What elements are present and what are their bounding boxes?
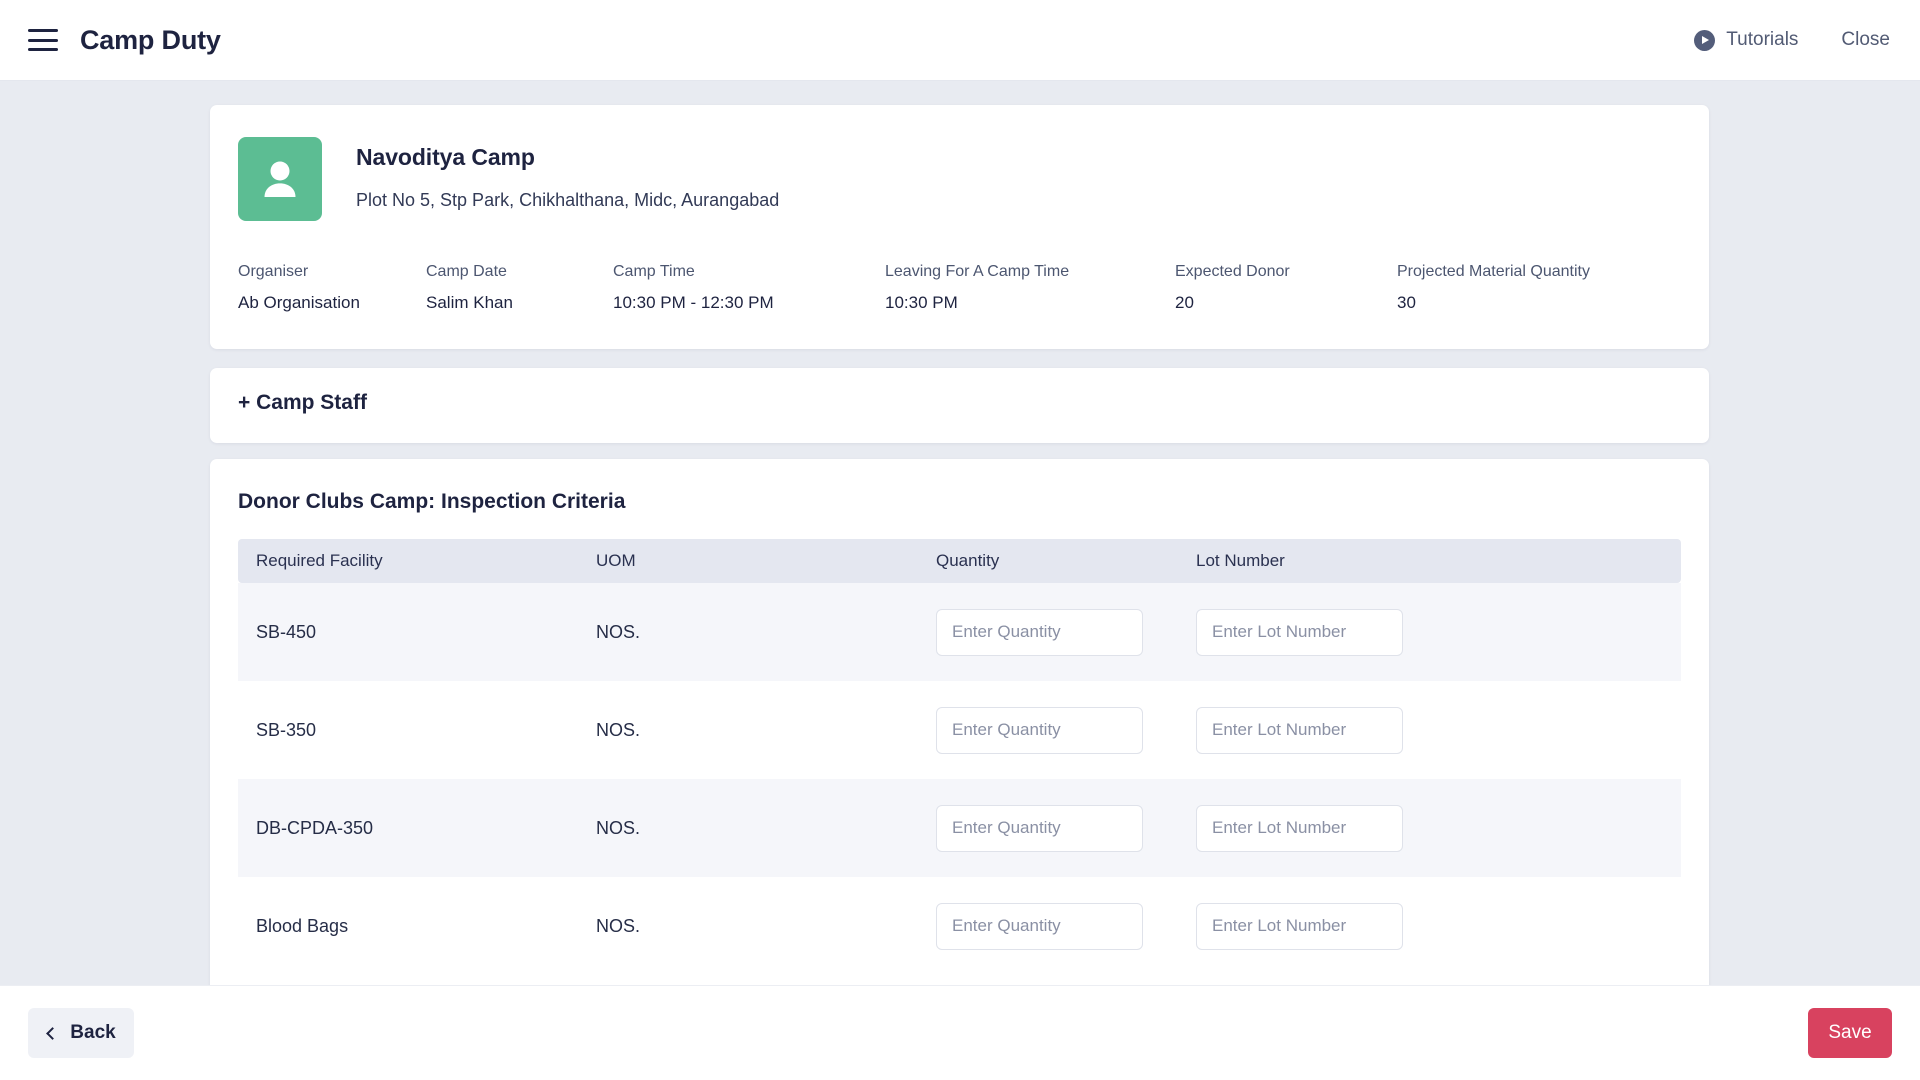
quantity-input[interactable]: [936, 804, 1143, 852]
back-button-label: Back: [70, 1022, 116, 1043]
column-header-uom: UOM: [578, 539, 918, 583]
meta-item-expected-donor: Expected Donor 20: [1175, 263, 1397, 313]
cell-uom: NOS.: [578, 877, 918, 975]
table-row: SB-450 NOS.: [238, 583, 1681, 681]
meta-value: Salim Khan: [426, 293, 513, 312]
camp-name: Navoditya Camp: [356, 144, 535, 170]
quantity-input[interactable]: [936, 902, 1143, 950]
camp-info-card: Navoditya Camp Plot No 5, Stp Park, Chik…: [210, 105, 1709, 349]
meta-label: Organiser: [238, 263, 309, 280]
cell-required-facility: DB-CPDA-350: [238, 779, 578, 877]
cell-uom: NOS.: [578, 583, 918, 681]
cell-quantity: [918, 583, 1178, 681]
hamburger-menu-icon[interactable]: [28, 29, 58, 51]
meta-item-organiser: Organiser Ab Organisation: [238, 263, 426, 313]
meta-item-camp-time: Camp Time 10:30 PM - 12:30 PM: [613, 263, 885, 313]
camp-titles: Navoditya Camp Plot No 5, Stp Park, Chik…: [356, 137, 779, 211]
hamburger-bar: [28, 48, 58, 51]
meta-label: Projected Material Quantity: [1397, 263, 1590, 280]
app-header: Camp Duty Tutorials Close: [0, 0, 1920, 81]
save-button[interactable]: Save: [1808, 1008, 1892, 1058]
cell-lot-number: [1178, 583, 1681, 681]
header-actions: Tutorials Close: [1694, 29, 1890, 51]
camp-staff-card[interactable]: + Camp Staff: [210, 368, 1709, 443]
close-button[interactable]: Close: [1841, 29, 1890, 51]
page-content: Navoditya Camp Plot No 5, Stp Park, Chik…: [0, 81, 1920, 985]
hamburger-bar: [28, 29, 58, 32]
camp-address: Plot No 5, Stp Park, Chikhalthana, Midc,…: [356, 190, 780, 210]
cell-required-facility: SB-350: [238, 681, 578, 779]
meta-label: Camp Date: [426, 263, 507, 280]
meta-value: 20: [1175, 293, 1194, 312]
add-camp-staff-button[interactable]: + Camp Staff: [210, 368, 1709, 415]
hamburger-bar: [28, 38, 58, 42]
meta-item-camp-date: Camp Date Salim Khan: [426, 263, 613, 313]
person-avatar-icon: [238, 137, 322, 221]
lot-number-input[interactable]: [1196, 902, 1403, 950]
table-row: DB-CPDA-350 NOS.: [238, 779, 1681, 877]
play-circle-icon: [1694, 29, 1716, 51]
footer-bar: Back Save: [0, 985, 1920, 1080]
quantity-input[interactable]: [936, 608, 1143, 656]
cell-uom: NOS.: [578, 779, 918, 877]
cell-quantity: [918, 681, 1178, 779]
meta-value: 10:30 PM: [885, 293, 958, 312]
meta-label: Camp Time: [613, 263, 695, 280]
lot-number-input[interactable]: [1196, 706, 1403, 754]
camp-meta-row: Organiser Ab Organisation Camp Date Sali…: [210, 263, 1709, 313]
tutorials-label: Tutorials: [1726, 29, 1799, 50]
table-row: SB-350 NOS.: [238, 681, 1681, 779]
tutorials-button[interactable]: Tutorials: [1694, 29, 1798, 51]
cell-uom: NOS.: [578, 681, 918, 779]
meta-label: Expected Donor: [1175, 263, 1290, 280]
meta-item-projected-quantity: Projected Material Quantity 30: [1397, 263, 1590, 313]
cell-quantity: [918, 877, 1178, 975]
quantity-input[interactable]: [936, 706, 1143, 754]
camp-header: Navoditya Camp Plot No 5, Stp Park, Chik…: [210, 105, 1709, 221]
chevron-left-icon: [46, 1026, 60, 1040]
inspection-criteria-card: Donor Clubs Camp: Inspection Criteria Re…: [210, 459, 1709, 985]
table-header-row: Required Facility UOM Quantity Lot Numbe…: [238, 539, 1681, 583]
meta-label: Leaving For A Camp Time: [885, 263, 1070, 280]
table-row: Blood Bags NOS.: [238, 877, 1681, 975]
cell-quantity: [918, 779, 1178, 877]
column-header-required-facility: Required Facility: [238, 539, 578, 583]
meta-value: 10:30 PM - 12:30 PM: [613, 293, 774, 312]
meta-value: Ab Organisation: [238, 293, 360, 312]
page-title: Camp Duty: [80, 24, 221, 55]
cell-required-facility: SB-450: [238, 583, 578, 681]
lot-number-input[interactable]: [1196, 608, 1403, 656]
cell-required-facility: Blood Bags: [238, 877, 578, 975]
cell-lot-number: [1178, 877, 1681, 975]
meta-value: 30: [1397, 293, 1416, 312]
lot-number-input[interactable]: [1196, 804, 1403, 852]
cell-lot-number: [1178, 779, 1681, 877]
back-button[interactable]: Back: [28, 1008, 134, 1058]
column-header-quantity: Quantity: [918, 539, 1178, 583]
inspection-criteria-table: Required Facility UOM Quantity Lot Numbe…: [238, 539, 1681, 975]
inspection-section-title: Donor Clubs Camp: Inspection Criteria: [238, 490, 626, 513]
column-header-lot-number: Lot Number: [1178, 539, 1681, 583]
cell-lot-number: [1178, 681, 1681, 779]
meta-item-leaving-time: Leaving For A Camp Time 10:30 PM: [885, 263, 1175, 313]
